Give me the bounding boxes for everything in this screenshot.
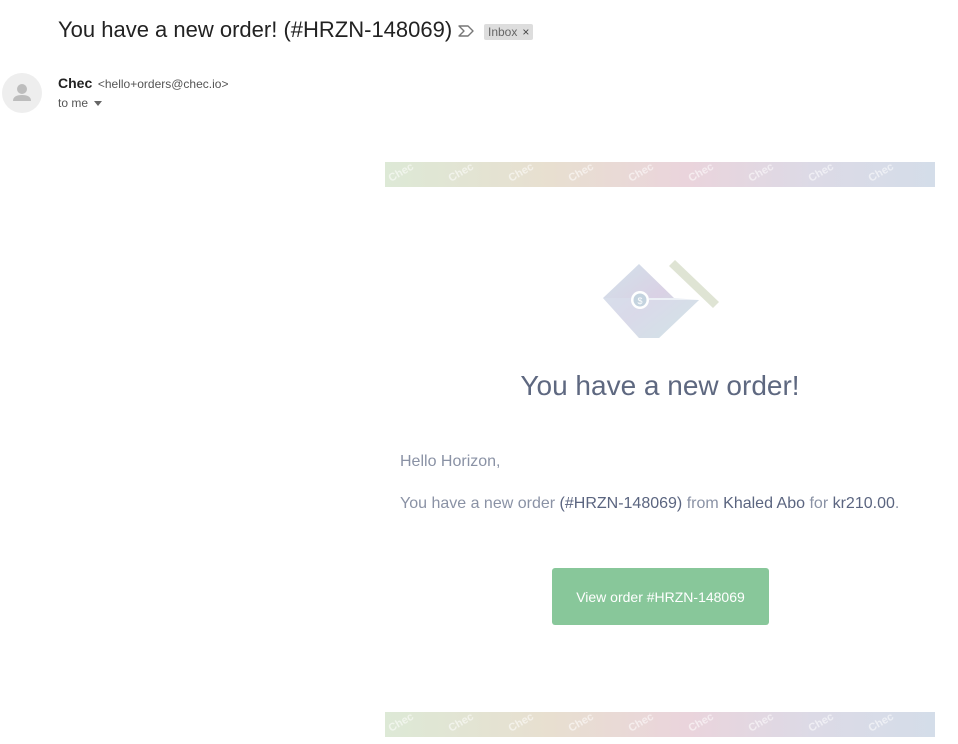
sender-line: Chec <hello+orders@chec.io>: [58, 75, 228, 91]
order-amount: kr210.00: [832, 495, 895, 512]
banner-watermark: Chec: [807, 712, 836, 735]
order-for: for: [809, 495, 829, 512]
chec-logo-icon: $: [603, 260, 719, 338]
email-subject: You have a new order! (#HRZN-148069): [58, 17, 453, 42]
chevron-down-icon[interactable]: [94, 101, 103, 106]
customer-name: Khaled Abo: [723, 495, 806, 512]
sender-email: <hello+orders@chec.io>: [97, 77, 229, 91]
bottom-banner: Chec Chec Chec Chec Chec Chec Chec Chec …: [385, 712, 935, 737]
svg-text:$: $: [637, 296, 642, 306]
order-summary: You have a new order (#HRZN-148069) from…: [400, 495, 899, 513]
avatar[interactable]: [2, 73, 42, 113]
banner-watermark: Chec: [807, 162, 836, 185]
remove-label-icon[interactable]: ×: [522, 25, 529, 39]
email-headline: You have a new order!: [520, 370, 800, 401]
banner-watermark: Chec: [387, 162, 416, 185]
email-view: You have a new order! (#HRZN-148069) Inb…: [0, 0, 958, 744]
banner-watermark: Chec: [627, 162, 656, 185]
banner-watermark: Chec: [567, 162, 596, 185]
order-from: from: [686, 495, 719, 512]
banner-watermark: Chec: [867, 162, 896, 185]
order-id: (#HRZN-148069): [559, 495, 683, 512]
inbox-label-chip: Inbox ×: [484, 24, 534, 40]
banner-watermark: Chec: [687, 712, 716, 735]
banner-watermark: Chec: [567, 712, 596, 735]
banner-watermark: Chec: [507, 712, 536, 735]
banner-watermark: Chec: [747, 162, 776, 185]
banner-watermark: Chec: [507, 162, 536, 185]
banner-watermark: Chec: [447, 712, 476, 735]
importance-marker-icon[interactable]: [457, 24, 475, 38]
banner-watermark: Chec: [447, 162, 476, 185]
banner-pattern-icon: Chec Chec Chec Chec Chec Chec Chec Chec …: [387, 712, 896, 735]
banner-watermark: Chec: [867, 712, 896, 735]
label-chip-text: Inbox: [488, 25, 518, 39]
top-banner: Chec Chec Chec Chec Chec Chec Chec Chec …: [385, 162, 935, 187]
banner-watermark: Chec: [627, 712, 656, 735]
order-prefix: You have a new order: [400, 495, 556, 512]
recipient-details[interactable]: to me: [58, 96, 103, 110]
banner-watermark: Chec: [687, 162, 716, 185]
sender-name[interactable]: Chec: [58, 75, 92, 91]
banner-watermark: Chec: [387, 712, 416, 735]
view-order-button[interactable]: View order #HRZN-148069: [552, 568, 769, 625]
banner-pattern-icon: Chec Chec Chec Chec Chec Chec Chec Chec …: [387, 162, 896, 185]
email-content: Chec Chec Chec Chec Chec Chec Chec Chec …: [385, 162, 935, 744]
order-period: .: [894, 495, 900, 512]
greeting-text: Hello Horizon,: [400, 453, 501, 470]
person-icon: [13, 84, 31, 101]
recipient-label: to me: [58, 96, 89, 110]
banner-watermark: Chec: [747, 712, 776, 735]
